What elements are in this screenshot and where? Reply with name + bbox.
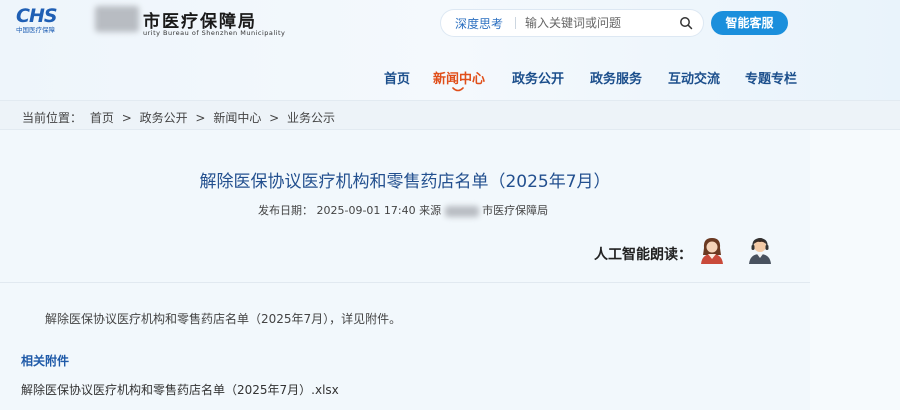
logo-mark: CHS	[16, 5, 58, 27]
ai-read-label: 人工智能朗读：	[594, 247, 692, 263]
article-source: 市医疗保障局	[482, 204, 549, 217]
section-divider	[0, 282, 810, 283]
site-english-name: urity Bureau of Shenzhen Municipality	[143, 29, 286, 37]
nav-item-home[interactable]: 首页	[384, 68, 410, 87]
search-box: 深度思考	[441, 10, 703, 36]
breadcrumb-news[interactable]: 新闻中心	[213, 111, 261, 125]
breadcrumb-separator: >	[195, 111, 206, 125]
nav-item-interaction[interactable]: 互动交流	[668, 68, 720, 87]
breadcrumb-separator: >	[121, 111, 132, 125]
nav-item-services[interactable]: 政务服务	[590, 68, 642, 87]
breadcrumb: 当前位置： 首页 > 政务公开 > 新闻中心 > 业务公示	[22, 109, 339, 126]
source-label: 来源	[419, 204, 442, 217]
attachments-heading: 相关附件	[21, 354, 70, 368]
breadcrumb-home[interactable]: 首页	[90, 111, 114, 125]
breadcrumb-prefix: 当前位置：	[22, 111, 83, 125]
logo-subtitle: 中国医疗保障	[16, 26, 55, 34]
article-meta: 发布日期： 2025-09-01 17:40 来源 市医疗保障局	[258, 202, 548, 218]
attachment-link[interactable]: 解除医保协议医疗机构和零售药店名单（2025年7月）.xlsx	[21, 381, 339, 398]
smart-service-button[interactable]: 智能客服	[711, 11, 788, 35]
article-body: 解除医保协议医疗机构和零售药店名单（2025年7月），详见附件。	[45, 312, 402, 326]
nav-item-open-affairs[interactable]: 政务公开	[512, 68, 564, 87]
nav-active-indicator-icon	[452, 87, 464, 92]
search-divider	[515, 17, 516, 29]
article-title: 解除医保协议医疗机构和零售药店名单（2025年7月）	[199, 172, 611, 192]
chs-logo[interactable]: CHS 中国医疗保障	[16, 6, 78, 38]
right-gutter	[810, 130, 900, 410]
publish-label: 发布日期：	[258, 204, 313, 217]
female-reader-avatar-icon[interactable]	[699, 236, 725, 264]
breadcrumb-open-affairs[interactable]: 政务公开	[140, 111, 188, 125]
publish-date: 2025-09-01 17:40	[316, 204, 416, 217]
redacted-source-city	[444, 205, 479, 217]
search-input[interactable]	[525, 13, 665, 33]
redacted-city-name	[95, 6, 139, 32]
nav-item-topics[interactable]: 专题专栏	[745, 68, 797, 87]
site-header: CHS 中国医疗保障 市医疗保障局 urity Bureau of Shenzh…	[0, 0, 900, 100]
male-reader-avatar-icon[interactable]	[746, 236, 774, 264]
breadcrumb-separator: >	[269, 111, 280, 125]
nav-item-news[interactable]: 新闻中心	[433, 68, 485, 87]
search-icon[interactable]	[679, 16, 693, 30]
breadcrumb-notices[interactable]: 业务公示	[287, 111, 335, 125]
deep-think-toggle[interactable]: 深度思考	[455, 15, 503, 32]
breadcrumb-bar: 当前位置： 首页 > 政务公开 > 新闻中心 > 业务公示	[0, 100, 900, 130]
